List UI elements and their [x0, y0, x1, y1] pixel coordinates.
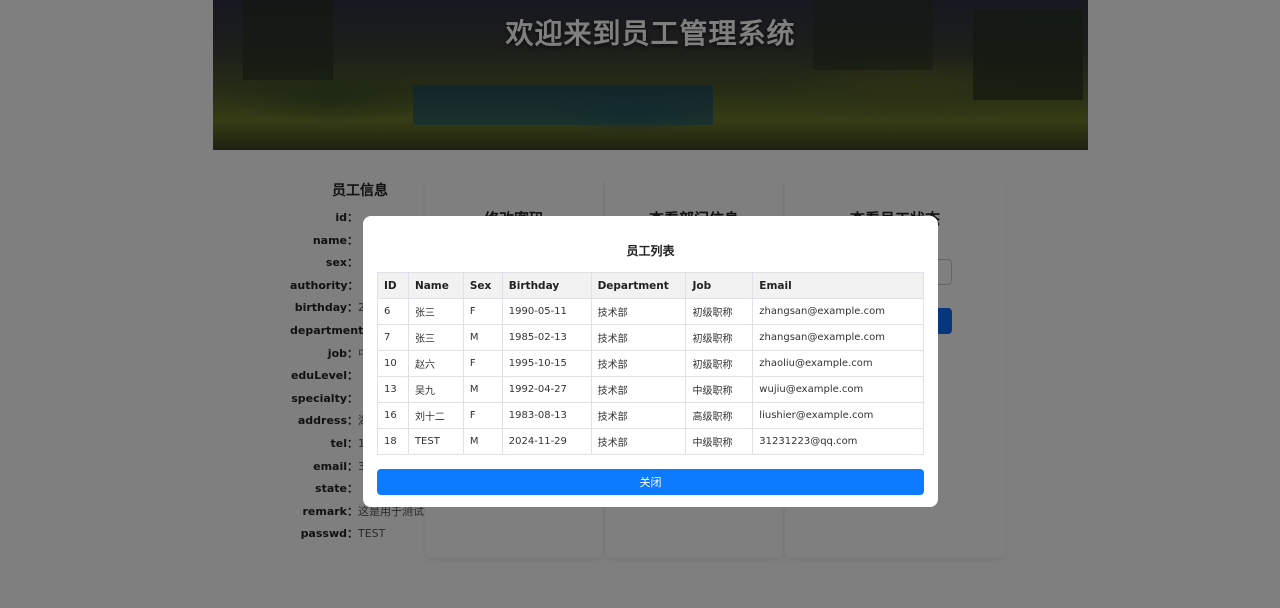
table-row: 13 吴九 M 1992-04-27 技术部 中级职称 wujiu@example.com [377, 376, 924, 403]
employee-list-modal: 员工列表 ID Name Sex Birthday Department Job Email… [363, 216, 938, 507]
table-cell: 张三 [407, 324, 464, 351]
table-cell: 技术部 [590, 350, 687, 377]
table-cell: 1995-10-15 [501, 350, 592, 377]
employee-table: ID Name Sex Birthday Department Job Email 6 张三 F… [377, 272, 924, 455]
table-cell: F [462, 350, 503, 377]
table-cell: 1992-04-27 [501, 376, 592, 403]
table-cell: 7 [377, 324, 409, 351]
table-cell: zhangsan@example.com [752, 324, 924, 351]
table-cell: 赵六 [407, 350, 464, 377]
table-cell: 2024-11-29 [501, 428, 592, 455]
table-cell: F [462, 298, 503, 325]
table-cell: 18 [377, 428, 409, 455]
column-header[interactable]: Email [752, 272, 924, 299]
table-cell: 1990-05-11 [501, 298, 592, 325]
table-cell: 张三 [407, 298, 464, 325]
table-cell: 10 [377, 350, 409, 377]
table-cell: TEST [407, 428, 464, 455]
column-header[interactable]: Name [407, 272, 464, 299]
table-cell: 技术部 [590, 324, 687, 351]
table-cell: zhangsan@example.com [752, 298, 924, 325]
column-header[interactable]: Department [590, 272, 687, 299]
table-cell: 中级职称 [685, 376, 754, 403]
table-cell: 1985-02-13 [501, 324, 592, 351]
table-cell: liushier@example.com [752, 402, 924, 429]
table-cell: M [462, 428, 503, 455]
column-header[interactable]: ID [377, 272, 409, 299]
table-cell: 高级职称 [685, 402, 754, 429]
column-header[interactable]: Sex [462, 272, 503, 299]
table-cell: 技术部 [590, 428, 687, 455]
table-cell: 31231223@qq.com [752, 428, 924, 455]
table-cell: M [462, 324, 503, 351]
close-button[interactable]: 关闭 [377, 469, 924, 495]
table-cell: 技术部 [590, 402, 687, 429]
table-cell: 初级职称 [685, 298, 754, 325]
table-header-row: ID Name Sex Birthday Department Job Email [377, 272, 924, 299]
table-cell: 初级职称 [685, 324, 754, 351]
table-cell: 技术部 [590, 376, 687, 403]
table-cell: 刘十二 [407, 402, 464, 429]
table-cell: zhaoliu@example.com [752, 350, 924, 377]
table-cell: 6 [377, 298, 409, 325]
table-row: 16 刘十二 F 1983-08-13 技术部 高级职称 liushier@example.… [377, 402, 924, 429]
table-cell: F [462, 402, 503, 429]
table-cell: 技术部 [590, 298, 687, 325]
table-row: 10 赵六 F 1995-10-15 技术部 初级职称 zhaoliu@example.co… [377, 350, 924, 377]
modal-title: 员工列表 [626, 244, 675, 258]
table-row: 18 TEST M 2024-11-29 技术部 中级职称 31231223@qq.com [377, 428, 924, 455]
table-cell: 1983-08-13 [501, 402, 592, 429]
table-cell: 中级职称 [685, 428, 754, 455]
table-cell: 吴九 [407, 376, 464, 403]
table-cell: M [462, 376, 503, 403]
table-cell: 初级职称 [685, 350, 754, 377]
table-row: 6 张三 F 1990-05-11 技术部 初级职称 zhangsan@example.co… [377, 298, 924, 325]
table-cell: wujiu@example.com [752, 376, 924, 403]
column-header[interactable]: Birthday [501, 272, 592, 299]
table-cell: 16 [377, 402, 409, 429]
column-header[interactable]: Job [685, 272, 754, 299]
table-cell: 13 [377, 376, 409, 403]
table-row: 7 张三 M 1985-02-13 技术部 初级职称 zhangsan@example.co… [377, 324, 924, 351]
